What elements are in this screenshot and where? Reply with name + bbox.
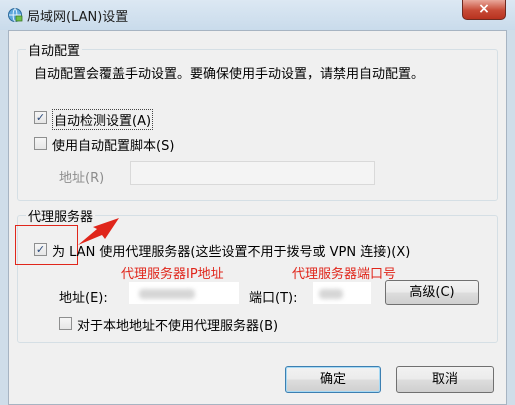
proxy-address-input[interactable] bbox=[128, 281, 240, 305]
proxy-port-input[interactable] bbox=[312, 281, 372, 305]
ip-annotation: 代理服务器IP地址 bbox=[121, 267, 224, 282]
proxy-address-label: 地址(E): bbox=[59, 291, 108, 306]
advanced-button[interactable]: 高级(C) bbox=[385, 280, 479, 305]
auto-detect-label[interactable]: 自动检测设置(A) bbox=[52, 109, 154, 130]
use-proxy-checkbox[interactable]: ✓ bbox=[34, 243, 47, 256]
bypass-local-label[interactable]: 对于本地地址不使用代理服务器(B) bbox=[77, 315, 278, 334]
auto-config-group-title: 自动配置 bbox=[26, 40, 83, 59]
port-annotation: 代理服务器端口号 bbox=[292, 267, 397, 282]
close-icon: × bbox=[478, 1, 490, 17]
auto-config-description: 自动配置会覆盖手动设置。要确保使用手动设置，请禁用自动配置。 bbox=[34, 67, 425, 82]
proxy-port-label: 端口(T): bbox=[249, 291, 298, 306]
use-script-label[interactable]: 使用自动配置脚本(S) bbox=[52, 135, 174, 154]
dialog-body: 自动配置 自动配置会覆盖手动设置。要确保使用手动设置，请禁用自动配置。 ✓ 自动… bbox=[8, 30, 507, 405]
window-title: 局域网(LAN)设置 bbox=[27, 10, 129, 25]
use-proxy-label[interactable]: 为 LAN 使用代理服务器(这些设置不用于拨号或 VPN 连接)(X) bbox=[52, 241, 410, 260]
advanced-button-label: 高级(C) bbox=[409, 285, 455, 300]
cancel-button-label: 取消 bbox=[431, 372, 458, 387]
script-address-label: 地址(R) bbox=[59, 171, 105, 186]
use-script-checkbox[interactable] bbox=[34, 137, 47, 150]
proxy-port-value-redacted bbox=[319, 289, 343, 299]
ok-button[interactable]: 确定 bbox=[285, 366, 381, 393]
close-button[interactable]: × bbox=[462, 0, 506, 20]
proxy-address-value-redacted bbox=[139, 289, 195, 299]
cancel-button[interactable]: 取消 bbox=[396, 366, 494, 393]
title-bar: 局域网(LAN)设置 × bbox=[0, 0, 515, 30]
bypass-local-checkbox[interactable] bbox=[59, 317, 72, 330]
auto-detect-checkbox[interactable]: ✓ bbox=[34, 111, 47, 124]
script-address-input[interactable] bbox=[130, 161, 375, 185]
ok-button-label: 确定 bbox=[319, 372, 346, 387]
network-globe-icon bbox=[8, 8, 23, 22]
